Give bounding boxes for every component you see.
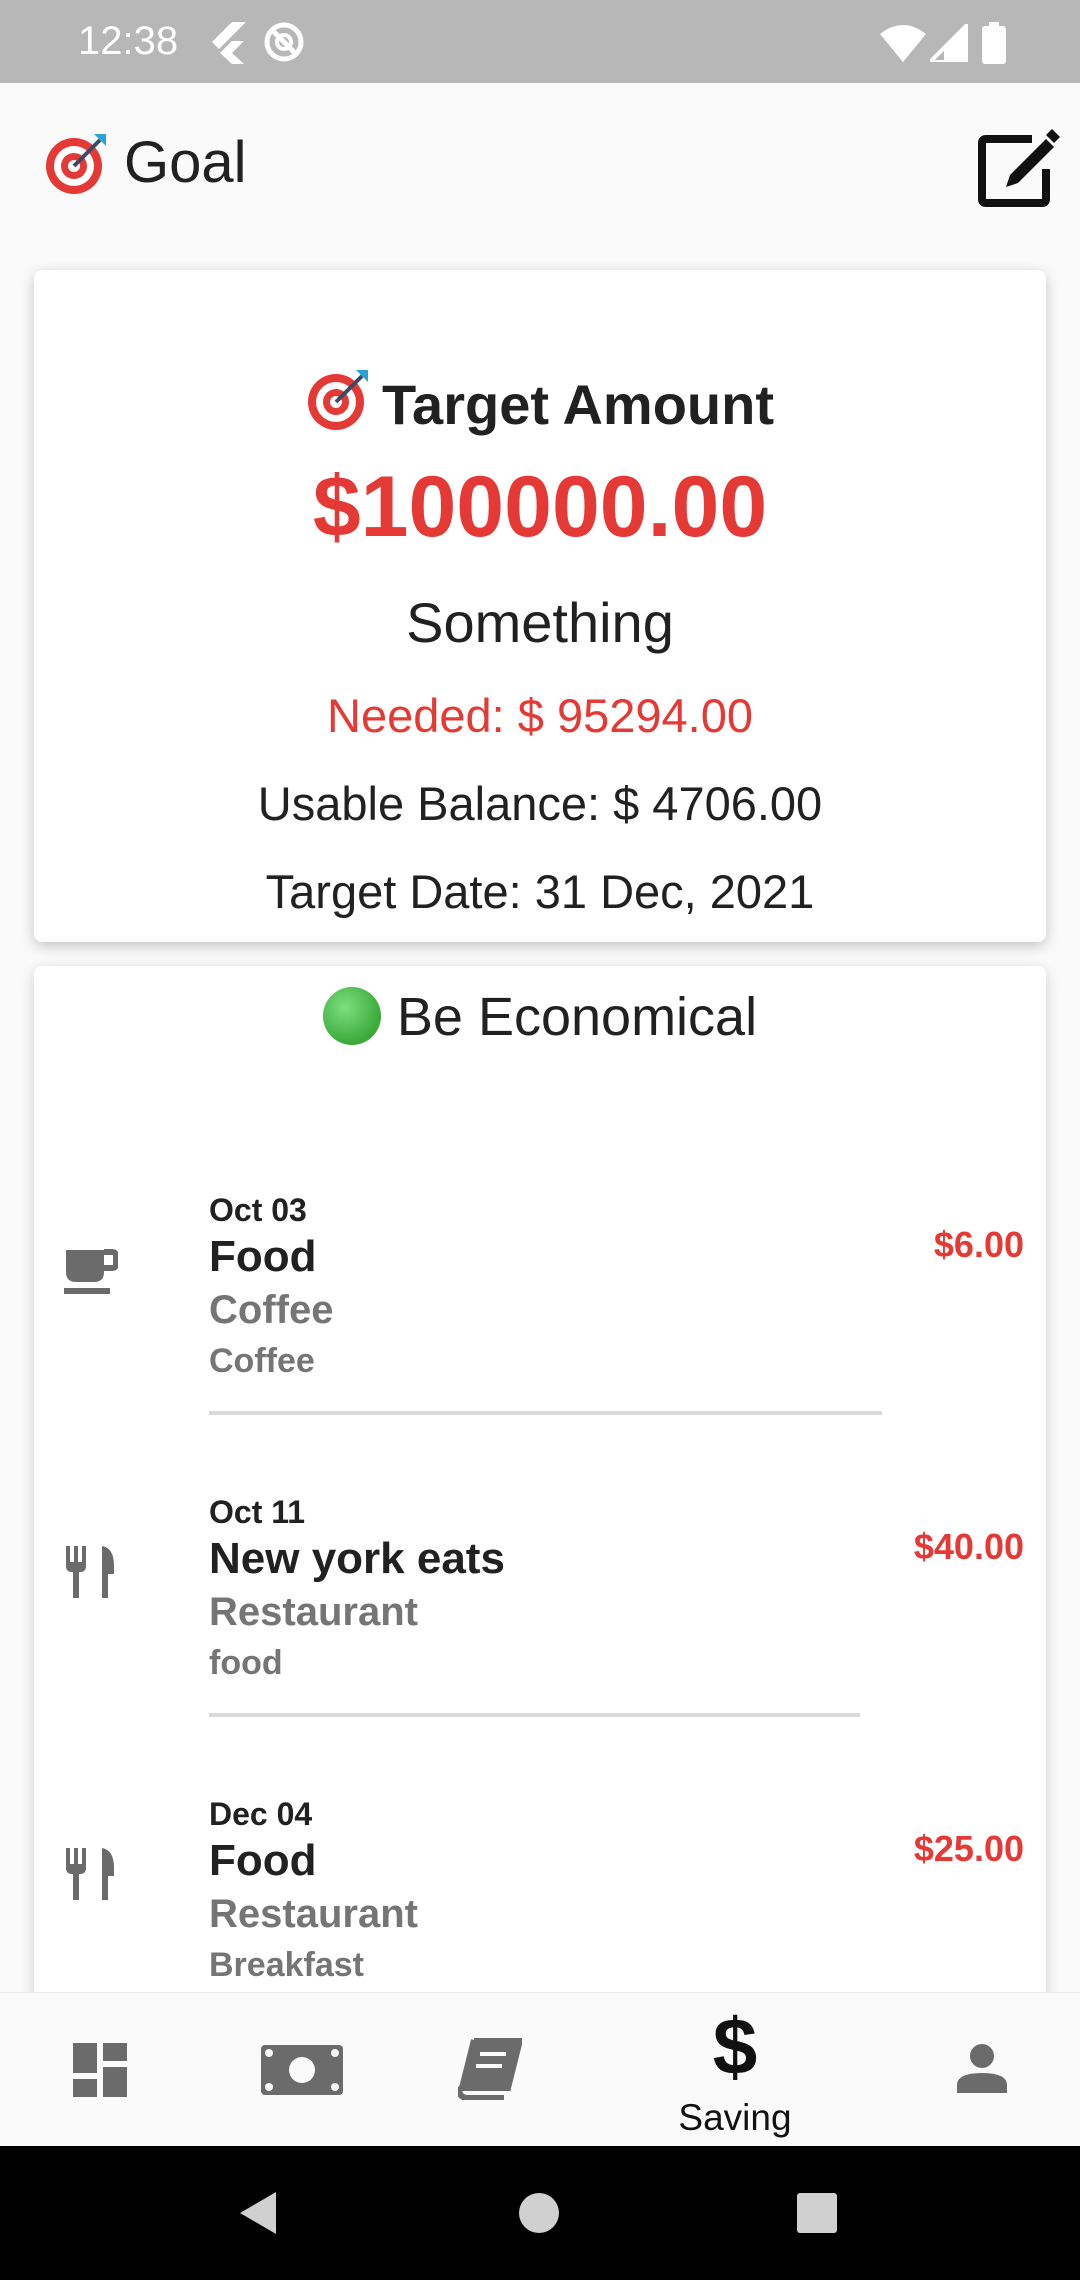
dashboard-icon <box>73 2043 127 2097</box>
nav-saving-label: Saving <box>678 2097 792 2138</box>
wifi-icon <box>880 25 926 62</box>
dollar-icon: $ <box>712 2002 758 2091</box>
transaction-amount: $40.00 <box>913 1526 1024 1567</box>
coffee-cup-icon <box>64 1249 118 1294</box>
fork-knife-icon <box>66 1546 114 1598</box>
transaction-date: Oct 11 <box>209 1494 306 1530</box>
transaction-date: Oct 03 <box>209 1192 307 1228</box>
transaction-title: Food <box>209 1836 317 1885</box>
transaction-note: Breakfast <box>209 1946 364 1984</box>
nav-saving[interactable]: $ Saving <box>655 1993 815 2147</box>
transaction-note: food <box>209 1644 283 1682</box>
fork-knife-icon <box>66 1848 114 1900</box>
nav-dashboard[interactable] <box>50 1993 150 2147</box>
nav-book[interactable] <box>448 1993 532 2147</box>
home-icon[interactable] <box>518 2192 560 2234</box>
target-dart-icon <box>46 134 106 194</box>
divider <box>209 1411 882 1415</box>
status-time: 12:38 <box>78 19 179 63</box>
nav-cash[interactable] <box>250 1993 354 2147</box>
bottom-nav: $ Saving <box>0 1992 1080 2147</box>
signal-icon <box>930 24 968 62</box>
system-nav-bar <box>0 2146 1080 2280</box>
cash-icon <box>261 2045 343 2095</box>
section-heading: Be Economical <box>34 986 1046 1048</box>
transaction-title: New york eats <box>209 1534 505 1583</box>
target-card: Target Amount $100000.00 Something Neede… <box>34 270 1046 942</box>
transaction-category: Restaurant <box>209 1892 418 1936</box>
page-title: Goal <box>124 130 247 195</box>
transaction-amount: $6.00 <box>933 1224 1024 1265</box>
person-icon <box>957 2044 1007 2093</box>
back-icon[interactable] <box>236 2190 282 2236</box>
flutter-icon <box>212 22 246 64</box>
section-title: Be Economical <box>396 987 758 1047</box>
transaction-row[interactable]: Oct 11 New york eats Restaurant food $40… <box>34 1494 1046 1794</box>
transaction-note: Coffee <box>209 1342 315 1380</box>
status-bar: 12:38 <box>0 0 1080 83</box>
transaction-category: Coffee <box>209 1288 334 1332</box>
target-date: Target Date: 31 Dec, 2021 <box>265 865 815 918</box>
recents-icon[interactable] <box>797 2193 837 2233</box>
battery-icon <box>982 22 1006 64</box>
green-circle-icon <box>322 987 381 1045</box>
target-dart-icon <box>308 370 368 430</box>
do-not-disturb-icon <box>264 22 304 62</box>
transactions-card: Be Economical Oct 03 Food Coffee Coffee … <box>34 966 1046 2066</box>
divider <box>209 1713 860 1717</box>
needed-amount: Needed: $ 95294.00 <box>327 689 753 742</box>
edit-icon[interactable] <box>976 125 1060 209</box>
nav-profile[interactable] <box>940 1993 1024 2147</box>
transaction-amount: $25.00 <box>913 1828 1024 1869</box>
transaction-category: Restaurant <box>209 1590 418 1634</box>
target-title: Target Amount <box>382 373 774 436</box>
target-amount: $100000.00 <box>312 459 768 555</box>
goal-name: Something <box>406 591 674 654</box>
usable-balance: Usable Balance: $ 4706.00 <box>257 777 823 830</box>
transaction-title: Food <box>209 1232 317 1281</box>
transaction-date: Dec 04 <box>209 1796 313 1832</box>
target-heading: Target Amount <box>34 366 1046 437</box>
transaction-row[interactable]: Oct 03 Food Coffee Coffee $6.00 <box>34 1192 1046 1492</box>
book-icon <box>458 2038 522 2100</box>
app-bar: Goal <box>0 83 1080 240</box>
